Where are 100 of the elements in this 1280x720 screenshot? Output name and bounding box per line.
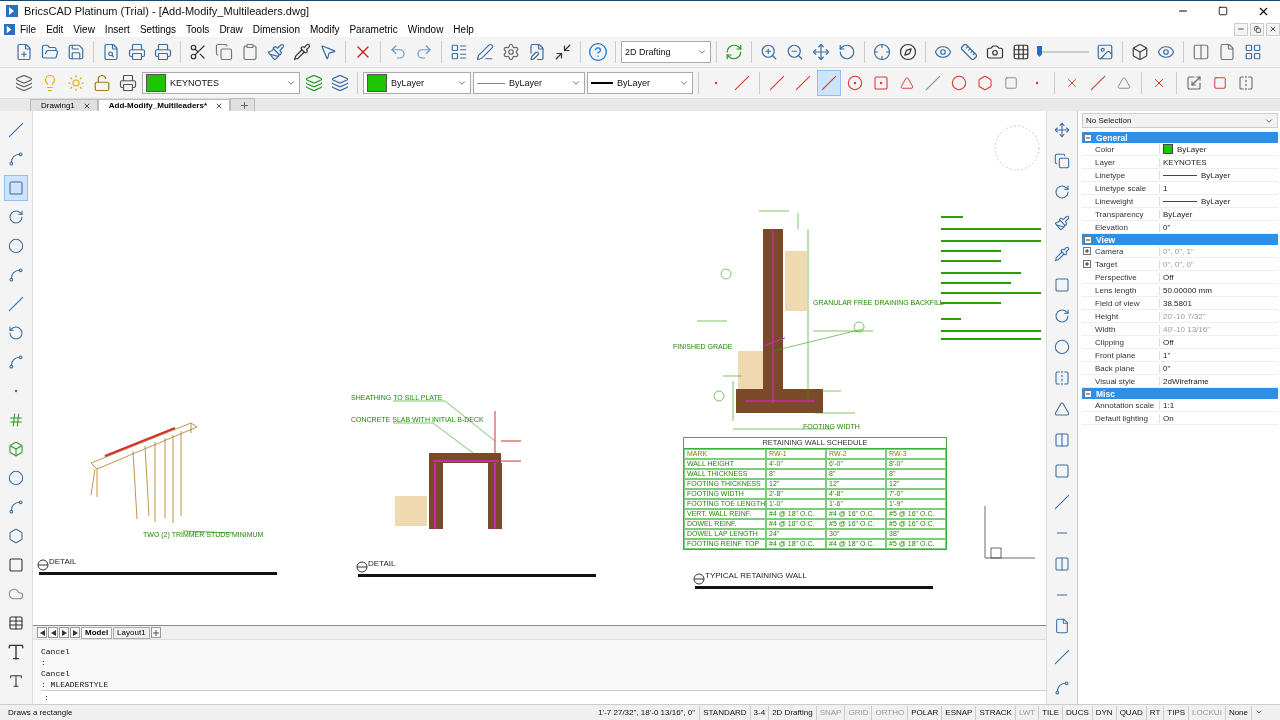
dropdown-caret-icon[interactable] <box>571 78 581 88</box>
app-logo-icon <box>6 5 18 17</box>
detail-title: TYPICAL RETAINING WALL <box>705 571 807 580</box>
document-tab[interactable]: Add-Modify_Multileaders* <box>97 99 231 111</box>
compass-drawing <box>994 125 1040 171</box>
property-label: Lineweight <box>1094 196 1135 206</box>
menu-item[interactable]: Help <box>448 21 479 37</box>
property-label: Clipping <box>1094 337 1125 347</box>
document-tab[interactable]: Drawing1 <box>30 99 98 111</box>
property-label: Annotation scale <box>1094 400 1156 410</box>
command-history-line: : MLEADERSTYLE <box>41 679 110 690</box>
selection-dropdown[interactable]: No Selection <box>1082 113 1278 128</box>
color-swatch <box>1163 144 1173 154</box>
property-label: Perspective <box>1094 272 1138 282</box>
annotation-dropdown[interactable]: None <box>1224 705 1251 720</box>
property-value: KEYNOTES <box>1163 157 1207 167</box>
lineweight-dropdown[interactable]: ByLayer <box>587 72 693 94</box>
menu-item[interactable]: Tools <box>181 21 215 37</box>
status-toggle[interactable]: TIPS <box>1163 705 1189 720</box>
dropdown-caret-icon[interactable] <box>679 78 689 88</box>
property-value: 20'-10 7/32" <box>1163 311 1206 321</box>
color-dropdown[interactable]: ByLayer <box>363 72 471 94</box>
collapse-icon[interactable] <box>1084 133 1092 142</box>
line-sample <box>1163 174 1197 176</box>
property-label: Color <box>1094 144 1116 154</box>
detail-bubble-icon <box>37 559 49 571</box>
line-sample <box>591 82 613 84</box>
property-value: 0" <box>1163 363 1171 373</box>
menu-item[interactable]: Parametric <box>344 21 403 37</box>
layout-tab[interactable]: Layout1 <box>113 626 150 639</box>
property-label: Front plane <box>1094 350 1137 360</box>
status-hint: Draws a rectangle <box>7 708 74 717</box>
coordinate-axes-icon <box>984 505 1036 559</box>
first-tab-button[interactable] <box>37 627 47 638</box>
menu-item[interactable]: Modify <box>304 21 345 37</box>
close-icon[interactable] <box>82 101 91 110</box>
menu-item[interactable]: Draw <box>214 21 248 37</box>
menu-item[interactable]: View <box>68 21 100 37</box>
property-value: ByLayer <box>1201 196 1231 206</box>
menu-item[interactable]: File <box>15 21 42 37</box>
status-toggle[interactable]: ESNAP <box>941 705 976 720</box>
status-field[interactable]: 3-4 <box>749 705 769 720</box>
dropdown-caret-icon[interactable] <box>457 78 467 88</box>
detail-title: DETAIL <box>49 557 77 566</box>
status-field[interactable]: 2D Drafting <box>768 705 816 720</box>
collapse-icon[interactable] <box>1084 389 1092 398</box>
add-layout-button[interactable] <box>150 627 161 638</box>
slider-drawing[interactable] <box>1035 45 1091 59</box>
status-toggle[interactable]: DYN <box>1091 705 1116 720</box>
dropdown-caret-icon[interactable] <box>286 78 296 88</box>
property-value: 2dWireframe <box>1163 376 1209 386</box>
maximize-icon[interactable] <box>1218 6 1228 16</box>
status-field[interactable]: STANDARD <box>699 705 750 720</box>
property-label: Target <box>1094 259 1119 269</box>
plus-icon[interactable] <box>241 101 249 109</box>
property-value: 0", 0", 1" <box>1163 246 1194 256</box>
coordinates-readout: 1'-7 27/32", 18'-0 13/16", 0" <box>597 708 697 717</box>
status-toggle[interactable]: RT <box>1145 705 1164 720</box>
section-title: Misc <box>1096 388 1115 399</box>
property-label: Linetype scale <box>1094 183 1148 193</box>
layout-tab[interactable]: Model <box>81 626 113 639</box>
next-tab-button[interactable] <box>59 627 69 638</box>
menu-item[interactable]: Edit <box>41 21 69 37</box>
color-swatch <box>367 74 387 92</box>
layer-dropdown[interactable]: KEYNOTES <box>142 72 300 94</box>
menu-item[interactable]: Settings <box>134 21 181 37</box>
property-value: 40'-10 13/16" <box>1163 324 1211 334</box>
property-label: Layer <box>1094 157 1116 167</box>
property-value: 38.5801 <box>1163 298 1192 308</box>
status-toggle[interactable]: POLAR <box>907 705 942 720</box>
status-toggle[interactable]: DUCS <box>1062 705 1092 720</box>
status-toggle[interactable]: TILE <box>1038 705 1063 720</box>
dropdown-caret-icon[interactable] <box>697 47 707 57</box>
section-title: General <box>1096 132 1128 143</box>
section-title: View <box>1096 234 1116 245</box>
menu-item[interactable]: Window <box>402 21 449 37</box>
menu-item[interactable]: Insert <box>99 21 135 37</box>
detail-bubble-icon <box>693 573 705 585</box>
status-toggle[interactable]: QUAD <box>1115 705 1146 720</box>
linetype-dropdown[interactable]: ByLayer <box>473 72 585 94</box>
property-value: On <box>1163 413 1174 423</box>
command-history-line: : <box>41 657 47 668</box>
drawing-canvas[interactable] <box>33 111 1046 625</box>
detail-title: DETAIL <box>368 559 396 568</box>
status-toggle[interactable]: STRACK <box>975 705 1015 720</box>
command-input[interactable]: : <box>41 690 1046 704</box>
property-value: ByLayer <box>1201 170 1231 180</box>
collapse-icon[interactable] <box>1084 235 1092 244</box>
plus-icon <box>152 629 159 636</box>
property-label: Visual style <box>1094 376 1137 386</box>
new-tab-button[interactable] <box>230 98 256 111</box>
property-value: 1:1 <box>1163 400 1175 410</box>
close-icon[interactable] <box>215 101 224 110</box>
property-label: Default lighting <box>1094 413 1149 423</box>
workspace-dropdown[interactable]: 2D Drafting <box>621 41 711 63</box>
last-tab-button[interactable] <box>70 627 80 638</box>
menu-item[interactable]: Dimension <box>247 21 305 37</box>
window-title: BricsCAD Platinum (Trial) - [Add-Modify_Multileaders.dwg] <box>24 5 311 17</box>
previous-tab-button[interactable] <box>48 627 58 638</box>
line-sample <box>1163 200 1197 202</box>
